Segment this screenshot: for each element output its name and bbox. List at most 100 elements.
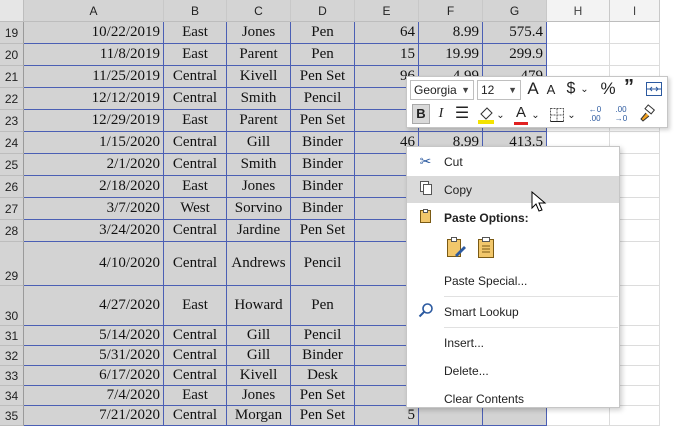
cell-region[interactable]: Central <box>164 346 227 366</box>
chevron-down-icon[interactable]: ⌄ <box>567 107 576 125</box>
cell-item[interactable]: Pen Set <box>291 406 355 426</box>
column-header-d[interactable]: D <box>291 0 355 22</box>
cell-item[interactable]: Pencil <box>291 242 355 286</box>
cell-date[interactable]: 7/4/2020 <box>24 386 164 406</box>
cell-region[interactable]: East <box>164 176 227 198</box>
cell-region[interactable]: Central <box>164 132 227 154</box>
cell-date[interactable]: 2/1/2020 <box>24 154 164 176</box>
cell-region[interactable]: Central <box>164 220 227 242</box>
font-color-button[interactable]: A <box>513 104 529 126</box>
cell-rep[interactable]: Gill <box>227 346 291 366</box>
cell-rep[interactable]: Kivell <box>227 66 291 88</box>
cell-date[interactable]: 1/15/2020 <box>24 132 164 154</box>
row-header[interactable]: 35 <box>0 406 24 426</box>
cell-rep[interactable]: Sorvino <box>227 198 291 220</box>
cell-item[interactable]: Pen Set <box>291 220 355 242</box>
cell-item[interactable]: Pencil <box>291 326 355 346</box>
column-header-f[interactable]: F <box>419 0 483 22</box>
cell-rep[interactable]: Smith <box>227 88 291 110</box>
cell-region[interactable]: East <box>164 110 227 132</box>
format-painter-icon[interactable] <box>637 104 657 124</box>
bold-button[interactable]: B <box>412 104 430 124</box>
row-header[interactable]: 28 <box>0 220 24 242</box>
row-header[interactable]: 20 <box>0 44 24 66</box>
cell-date[interactable]: 5/14/2020 <box>24 326 164 346</box>
cell-item[interactable]: Pen <box>291 22 355 44</box>
cell-region[interactable]: Central <box>164 406 227 426</box>
cell-item[interactable]: Pen Set <box>291 66 355 88</box>
align-center-icon[interactable]: ☰ <box>453 105 471 123</box>
cell-rep[interactable]: Jones <box>227 176 291 198</box>
row-header[interactable]: 32 <box>0 346 24 366</box>
cell-date[interactable]: 3/24/2020 <box>24 220 164 242</box>
cell-rep[interactable]: Gill <box>227 132 291 154</box>
cell-rep[interactable]: Jones <box>227 22 291 44</box>
cell-date[interactable]: 4/27/2020 <box>24 286 164 326</box>
cell-region[interactable]: East <box>164 286 227 326</box>
merge-center-icon[interactable] <box>645 80 663 98</box>
percent-button[interactable]: % <box>599 80 617 98</box>
cell-rep[interactable]: Andrews <box>227 242 291 286</box>
italic-button[interactable]: I <box>434 105 448 123</box>
cell-region[interactable]: Central <box>164 366 227 386</box>
select-all-corner[interactable] <box>0 0 24 22</box>
column-header-b[interactable]: B <box>164 0 227 22</box>
cell-total[interactable]: 299.9 <box>483 44 547 66</box>
cell-empty[interactable] <box>610 44 660 66</box>
cell-rep[interactable]: Parent <box>227 44 291 66</box>
cell-date[interactable]: 12/12/2019 <box>24 88 164 110</box>
cell-item[interactable]: Binder <box>291 346 355 366</box>
cell-region[interactable]: East <box>164 44 227 66</box>
cell-date[interactable]: 2/18/2020 <box>24 176 164 198</box>
row-header[interactable]: 27 <box>0 198 24 220</box>
cell-item[interactable]: Desk <box>291 366 355 386</box>
cell-region[interactable]: Central <box>164 66 227 88</box>
grow-font-button[interactable]: A <box>525 80 541 98</box>
cell-item[interactable]: Binder <box>291 176 355 198</box>
cell-item[interactable]: Pen Set <box>291 110 355 132</box>
cell-rep[interactable]: Smith <box>227 154 291 176</box>
menu-item-copy[interactable]: Copy <box>407 176 619 203</box>
cell-date[interactable]: 4/10/2020 <box>24 242 164 286</box>
row-header[interactable]: 34 <box>0 386 24 406</box>
fill-color-icon[interactable] <box>477 105 495 125</box>
row-header[interactable]: 29 <box>0 242 24 286</box>
row-header[interactable]: 26 <box>0 176 24 198</box>
cell-rep[interactable]: Parent <box>227 110 291 132</box>
decrease-decimal-button[interactable]: .00 →0 <box>610 105 632 125</box>
cell-region[interactable]: Central <box>164 242 227 286</box>
cell-units[interactable]: 64 <box>355 22 419 44</box>
row-header[interactable]: 25 <box>0 154 24 176</box>
cell-rep[interactable]: Howard <box>227 286 291 326</box>
cell-date[interactable]: 11/25/2019 <box>24 66 164 88</box>
chevron-down-icon[interactable]: ⌄ <box>580 81 589 99</box>
column-header-g[interactable]: G <box>483 0 547 22</box>
row-header[interactable]: 30 <box>0 286 24 326</box>
cell-rep[interactable]: Gill <box>227 326 291 346</box>
cell-region[interactable]: Central <box>164 154 227 176</box>
column-header-c[interactable]: C <box>227 0 291 22</box>
row-header[interactable]: 24 <box>0 132 24 154</box>
cell-item[interactable]: Binder <box>291 198 355 220</box>
menu-item-clear-contents[interactable]: Clear Contents <box>407 385 619 412</box>
column-header-h[interactable]: H <box>547 0 610 22</box>
cell-rep[interactable]: Jones <box>227 386 291 406</box>
cell-unit-cost[interactable]: 19.99 <box>419 44 483 66</box>
borders-icon[interactable] <box>548 106 566 124</box>
row-header[interactable]: 22 <box>0 88 24 110</box>
cell-item[interactable]: Binder <box>291 154 355 176</box>
menu-item-cut[interactable]: ✂ Cut <box>407 148 619 175</box>
row-header[interactable]: 23 <box>0 110 24 132</box>
cell-rep[interactable]: Morgan <box>227 406 291 426</box>
cell-date[interactable]: 7/21/2020 <box>24 406 164 426</box>
cell-empty[interactable] <box>547 22 610 44</box>
currency-button[interactable]: $ <box>563 80 579 98</box>
cell-date[interactable]: 10/22/2019 <box>24 22 164 44</box>
cell-date[interactable]: 11/8/2019 <box>24 44 164 66</box>
font-size-dropdown[interactable]: 12 ▼ <box>477 80 521 100</box>
cell-empty[interactable] <box>610 22 660 44</box>
menu-item-smart-lookup[interactable]: Smart Lookup <box>407 298 619 325</box>
cell-units[interactable]: 15 <box>355 44 419 66</box>
cell-unit-cost[interactable]: 8.99 <box>419 22 483 44</box>
paste-formatting-icon[interactable] <box>444 236 468 260</box>
